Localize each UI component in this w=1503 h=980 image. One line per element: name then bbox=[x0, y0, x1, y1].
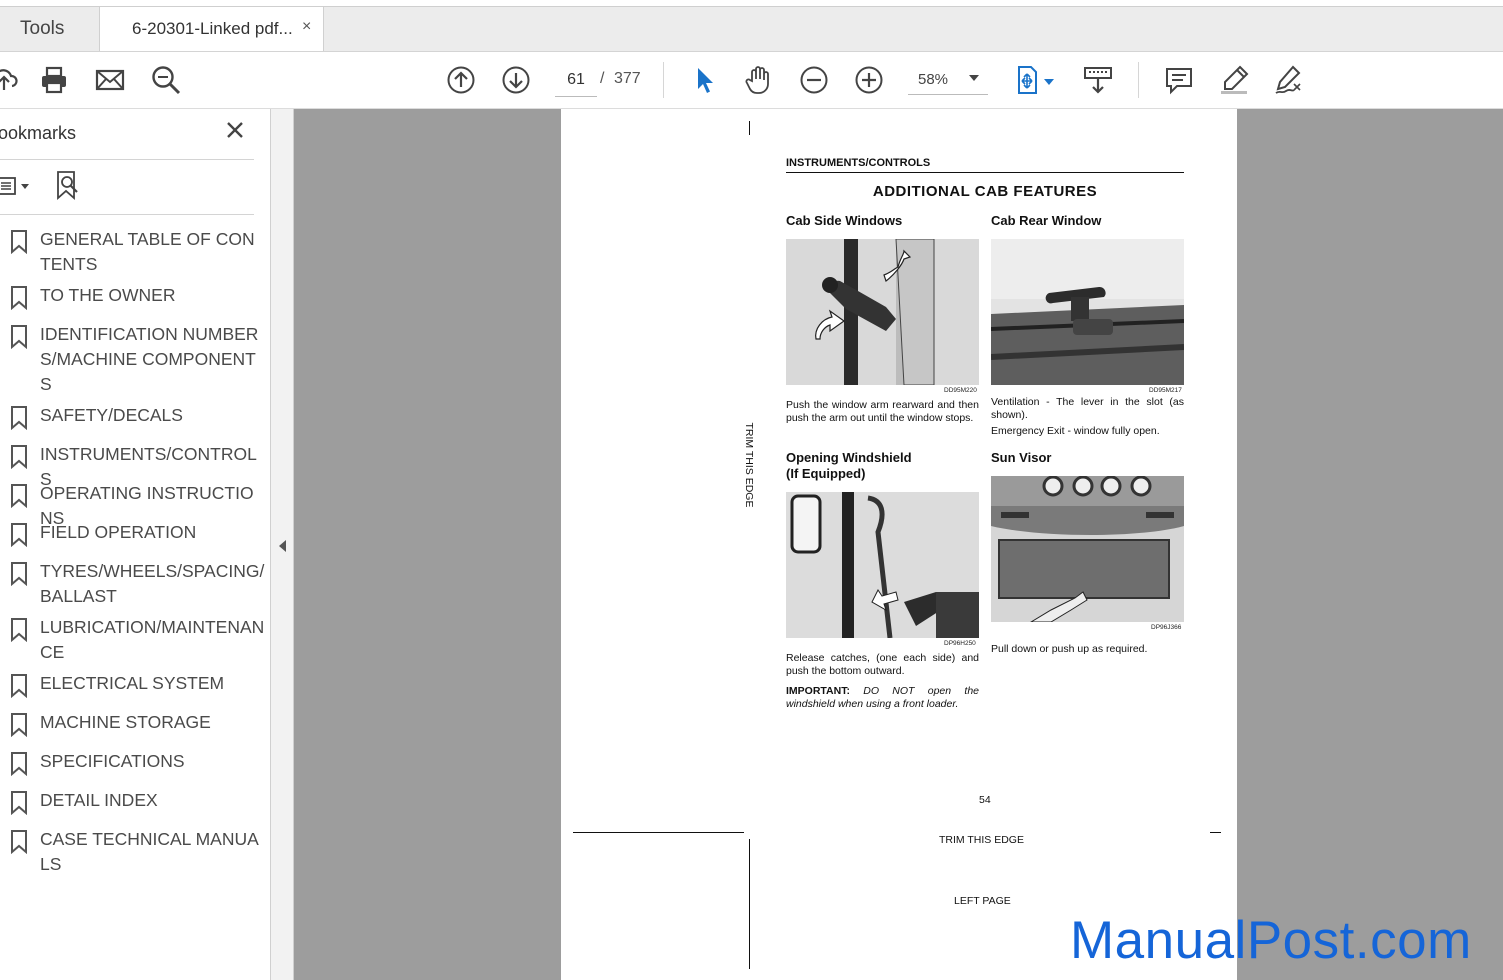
bookmark-icon bbox=[10, 445, 28, 469]
section-heading: Sun Visor bbox=[991, 450, 1052, 465]
bookmark-label: IDENTIFICATION NUMBERS/MACHINE COMPONENT… bbox=[40, 324, 259, 394]
watermark: ManualPost.com bbox=[1070, 911, 1472, 970]
zoom-search-icon[interactable] bbox=[150, 64, 182, 96]
previous-page-icon[interactable] bbox=[445, 64, 477, 96]
cab-rear-window-photo bbox=[991, 239, 1184, 385]
bookmark-label: SPECIFICATIONS bbox=[40, 751, 185, 771]
crop-mark bbox=[1210, 832, 1221, 833]
bookmark-icon bbox=[10, 325, 28, 349]
bookmark-icon bbox=[10, 674, 28, 698]
windshield-photo bbox=[786, 492, 979, 638]
bookmark-icon bbox=[10, 791, 28, 815]
bookmark-label: DETAIL INDEX bbox=[40, 790, 158, 810]
bookmark-icon bbox=[10, 752, 28, 776]
caption: Ventilation - The lever in the slot (as … bbox=[991, 396, 1184, 421]
trim-edge-vertical: TRIM THIS EDGE bbox=[743, 422, 755, 508]
crop-mark bbox=[573, 832, 744, 833]
crop-mark bbox=[749, 121, 750, 135]
bookmark-icon bbox=[10, 523, 28, 547]
zoom-select[interactable]: 58% bbox=[908, 64, 988, 95]
section-heading: (If Equipped) bbox=[786, 466, 866, 481]
tab-close-icon[interactable]: × bbox=[302, 18, 311, 36]
bookmark-label: MACHINE STORAGE bbox=[40, 712, 211, 732]
bookmark-icon bbox=[10, 286, 28, 310]
figure-code: DD95M217 bbox=[1149, 387, 1182, 394]
panel-collapse-handle[interactable] bbox=[271, 109, 294, 980]
collapse-arrow-icon[interactable] bbox=[277, 539, 287, 553]
tab-tools[interactable]: Tools bbox=[0, 7, 99, 51]
panel-title: ookmarks bbox=[0, 123, 77, 143]
divider bbox=[0, 214, 254, 215]
important-note: IMPORTANT: DO NOT open the windshield wh… bbox=[786, 685, 979, 711]
tab-document[interactable]: 6-20301-Linked pdf... × bbox=[99, 7, 324, 51]
bookmark-icon bbox=[10, 562, 28, 586]
total-pages: 377 bbox=[614, 70, 641, 87]
sign-pen-icon[interactable] bbox=[1272, 64, 1304, 96]
pdf-page: INSTRUMENTS/CONTROLS ADDITIONAL CAB FEAT… bbox=[561, 109, 1237, 980]
sun-visor-photo bbox=[991, 476, 1184, 622]
close-icon[interactable] bbox=[224, 119, 246, 141]
section-heading: Opening Windshield bbox=[786, 450, 912, 465]
tab-tools-label: Tools bbox=[20, 18, 65, 39]
next-page-icon[interactable] bbox=[500, 64, 532, 96]
bookmark-icon bbox=[10, 713, 28, 737]
header-rule bbox=[786, 172, 1184, 173]
bookmark-icon bbox=[10, 230, 28, 254]
page-number: 54 bbox=[979, 794, 991, 806]
toolbar-divider bbox=[663, 62, 664, 98]
zoom-in-icon[interactable] bbox=[853, 64, 885, 96]
print-icon[interactable] bbox=[38, 64, 70, 96]
select-cursor-icon[interactable] bbox=[689, 64, 721, 96]
figure-code: DP96J366 bbox=[1151, 624, 1182, 631]
bookmark-label: CASE TECHNICAL MANUALS bbox=[40, 829, 259, 874]
bookmark-label: TO THE OWNER bbox=[40, 285, 176, 305]
caption: Push the window arm rearward and then pu… bbox=[786, 399, 979, 424]
caption: Emergency Exit - window fully open. bbox=[991, 425, 1160, 437]
section-header: INSTRUMENTS/CONTROLS bbox=[786, 157, 931, 169]
figure-code: DP96H250 bbox=[944, 640, 976, 647]
bookmark-label: GENERAL TABLE OF CONTENTS bbox=[40, 229, 255, 274]
bookmark-label: FIELD OPERATION bbox=[40, 522, 197, 542]
page-number-input[interactable] bbox=[555, 64, 597, 97]
zoom-out-icon[interactable] bbox=[798, 64, 830, 96]
bookmarks-panel: ookmarks GENERAL TABLE OF CONTENTS TO TH… bbox=[0, 109, 271, 980]
window-top-strip bbox=[0, 0, 1503, 7]
page-separator: / bbox=[600, 70, 605, 87]
caption: Pull down or push up as required. bbox=[991, 643, 1148, 655]
email-icon[interactable] bbox=[94, 64, 126, 96]
fit-page-icon[interactable] bbox=[1013, 64, 1057, 96]
zoom-value: 58% bbox=[918, 71, 949, 88]
bookmark-label: SAFETY/DECALS bbox=[40, 405, 183, 425]
upload-cloud-icon[interactable] bbox=[0, 64, 20, 96]
toolbar-divider bbox=[1138, 62, 1139, 98]
highlight-pen-icon[interactable] bbox=[1218, 64, 1250, 96]
bookmark-icon bbox=[10, 830, 28, 854]
caption: Release catches, (one each side) and pus… bbox=[786, 652, 979, 677]
tab-bar: Tools 6-20301-Linked pdf... × bbox=[0, 0, 1503, 52]
bookmark-label: LUBRICATION/MAINTENANCE bbox=[40, 617, 265, 662]
divider bbox=[0, 159, 254, 160]
left-page-label: LEFT PAGE bbox=[954, 895, 1011, 907]
bookmark-icon bbox=[10, 618, 28, 642]
bookmark-icon bbox=[10, 406, 28, 430]
tab-document-label: 6-20301-Linked pdf... bbox=[132, 19, 293, 38]
important-label: IMPORTANT: bbox=[786, 685, 850, 697]
chevron-down-icon bbox=[968, 73, 980, 83]
toolbar: / 377 58% bbox=[0, 52, 1503, 109]
options-menu-icon[interactable] bbox=[0, 173, 34, 199]
crop-mark bbox=[749, 839, 750, 969]
add-bookmark-icon[interactable] bbox=[55, 170, 83, 200]
hand-tool-icon[interactable] bbox=[743, 64, 775, 96]
figure-code: DD95M220 bbox=[944, 387, 977, 394]
comment-icon[interactable] bbox=[1163, 64, 1195, 96]
cab-side-window-photo bbox=[786, 239, 979, 385]
section-heading: Cab Rear Window bbox=[991, 213, 1102, 228]
bookmark-label: ELECTRICAL SYSTEM bbox=[40, 673, 225, 693]
page-title: ADDITIONAL CAB FEATURES bbox=[872, 183, 1098, 200]
section-heading: Cab Side Windows bbox=[786, 213, 903, 228]
scroll-mode-icon[interactable] bbox=[1082, 64, 1114, 96]
bookmark-label: TYRES/WHEELS/SPACING/BALLAST bbox=[40, 561, 265, 606]
bookmark-icon bbox=[10, 484, 28, 508]
trim-edge-bottom: TRIM THIS EDGE bbox=[939, 834, 1024, 846]
